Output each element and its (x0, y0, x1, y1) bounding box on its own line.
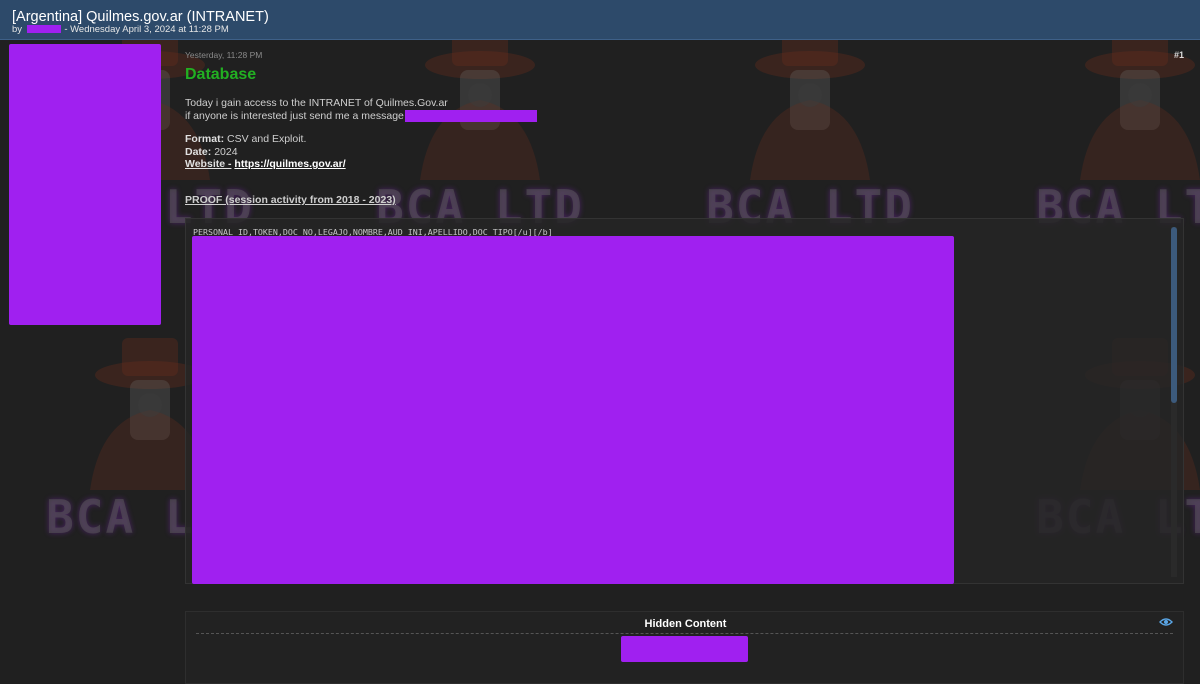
post-container: Yesterday, 11:28 PM #1 Database Today i … (0, 40, 1200, 684)
code-scrollbar[interactable] (1171, 227, 1177, 577)
proof-link[interactable]: PROOF (session activity from 2018 - 2023… (185, 194, 396, 206)
hidden-content-title: Hidden Content (644, 618, 727, 630)
post-body: Today i gain access to the INTRANET of Q… (185, 97, 537, 171)
intro-line-2-text: if anyone is interested just send me a m… (185, 109, 404, 122)
thread-title: [Argentina] Quilmes.gov.ar (INTRANET) (12, 9, 269, 25)
hidden-content-box: Hidden Content (185, 611, 1184, 684)
hidden-content-redaction (621, 636, 748, 662)
forum-thread-page: BCA LTD BCA LTD BCA LTD (0, 0, 1200, 684)
author-redaction (26, 25, 61, 33)
thread-title-bar: [Argentina] Quilmes.gov.ar (INTRANET) by… (0, 0, 1200, 40)
eye-icon[interactable] (1159, 617, 1173, 627)
code-scrollbar-thumb[interactable] (1171, 227, 1177, 403)
code-block[interactable]: PERSONAL_ID,TOKEN,DOC_NO,LEGAJO,NOMBRE,A… (185, 218, 1184, 584)
website-label: Website - (185, 158, 232, 170)
thread-date: - Wednesday April 3, 2024 at 11:28 PM (64, 24, 229, 35)
date-label: Date: (185, 145, 212, 158)
date-line: Date: 2024 (185, 146, 537, 159)
by-label: by (12, 24, 23, 35)
post-heading: Database (185, 66, 257, 83)
thread-meta: by - Wednesday April 3, 2024 at 11:28 PM (12, 24, 229, 35)
website-link[interactable]: https://quilmes.gov.ar/ (234, 158, 345, 170)
format-line: Format: CSV and Exploit. (185, 133, 537, 146)
post-timestamp: Yesterday, 11:28 PM (185, 50, 263, 60)
code-redaction (192, 236, 954, 584)
contact-redaction (404, 109, 537, 122)
intro-line-2: if anyone is interested just send me a m… (185, 109, 537, 123)
website-line: Website - https://quilmes.gov.ar/ (185, 158, 537, 171)
hidden-content-divider (196, 633, 1173, 634)
intro-line-1: Today i gain access to the INTRANET of Q… (185, 97, 448, 109)
date-value: 2024 (214, 145, 238, 158)
avatar-redaction (9, 44, 161, 325)
format-label: Format: (185, 133, 225, 145)
format-value: CSV and Exploit. (227, 133, 307, 145)
post-number-link[interactable]: #1 (1174, 50, 1184, 60)
